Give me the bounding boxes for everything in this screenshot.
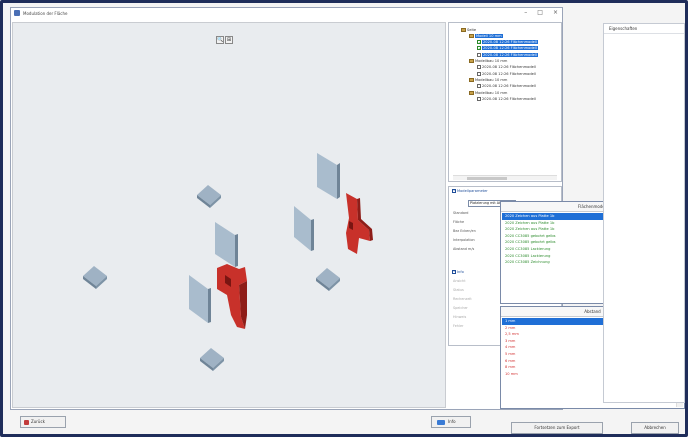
- app-icon: [14, 10, 20, 16]
- file-icon: [477, 96, 481, 101]
- info-icon: [437, 420, 445, 425]
- file-icon: [477, 65, 481, 70]
- tree-node-label: 2020-08 12:26 Flächenmodell: [482, 84, 536, 89]
- part-red-bracket: [217, 264, 247, 329]
- continue-export-button[interactable]: Fortsetzen zum Export: [511, 422, 603, 434]
- main-window: Modulation der Fläche – □ × 🔍 ⊞ Seite Mo…: [10, 7, 563, 410]
- properties-side-panel: Eigenschaften: [603, 23, 685, 403]
- 3d-scene: [83, 153, 373, 371]
- tree-node[interactable]: Modellbau 10 mm: [469, 59, 507, 64]
- property-label: Speicher: [453, 306, 468, 310]
- folder-icon: [461, 27, 466, 32]
- close-icon[interactable]: ×: [553, 9, 558, 16]
- section-model-params[interactable]: − Modellparameter: [452, 189, 488, 193]
- tree-node-label: Modellbau 10 mm: [475, 77, 508, 82]
- property-label: Rechenzeit: [453, 297, 472, 301]
- model-tree[interactable]: Seite Modell 10 mm ✓ 2020-08 12:26 Flächenm…: [448, 22, 562, 182]
- tree-node-label: Modell 10 mm: [475, 33, 503, 38]
- info-button[interactable]: Info: [431, 416, 471, 428]
- part-plate: [294, 206, 314, 251]
- window-controls: – □ ×: [524, 9, 558, 16]
- file-icon: [477, 84, 481, 89]
- tree-node-label: 2020-08 12:26 Flächenmodell: [482, 65, 536, 70]
- tree-scrollbar[interactable]: [453, 175, 557, 180]
- property-label: Interpolation: [453, 238, 475, 242]
- maximize-icon[interactable]: □: [537, 9, 543, 16]
- property-label: Ansicht: [453, 279, 466, 283]
- folder-icon: [469, 90, 474, 95]
- part-tile: [200, 348, 224, 371]
- folder-icon: [469, 77, 474, 82]
- back-icon: [24, 420, 29, 425]
- checkmark-icon: ✓: [477, 40, 482, 46]
- tree-node[interactable]: 2020-08 12:26 Flächenmodell: [477, 84, 536, 89]
- property-label: Hinweis: [453, 315, 467, 319]
- checkmark-icon: ✓: [477, 46, 482, 52]
- folder-icon: [469, 59, 474, 63]
- collapse-icon[interactable]: −: [452, 270, 456, 274]
- part-plate: [215, 222, 238, 267]
- window-title: Modulation der Fläche: [23, 10, 68, 16]
- tree-node[interactable]: ✓ 2020-08 12:26 Flächenmodell: [477, 40, 538, 45]
- cancel-button[interactable]: Abbrechen: [631, 422, 679, 434]
- tree-node[interactable]: ✓ 2020-08 12:26 Flächenmodell: [477, 46, 538, 51]
- tree-node[interactable]: Modellbau 10 mm: [469, 77, 507, 82]
- tree-node-label: 2020-08 12:26 Flächenmodell: [482, 96, 536, 101]
- part-plate: [189, 275, 211, 323]
- tree-node[interactable]: 2020-08 12:26 Flächenmodell: [477, 52, 538, 57]
- minimize-icon[interactable]: –: [524, 9, 527, 16]
- tree-node[interactable]: Seite: [461, 27, 476, 32]
- tree-node-label: 2020-08 12:26 Flächenmodell: [482, 71, 536, 76]
- part-tile: [197, 185, 221, 208]
- tree-node[interactable]: Modellbau 10 mm: [469, 90, 507, 95]
- part-plate: [317, 153, 340, 199]
- screen-frame: Modulation der Fläche – □ × 🔍 ⊞ Seite Mo…: [0, 0, 688, 437]
- back-button[interactable]: Zurück: [20, 416, 66, 428]
- file-icon: [477, 71, 481, 76]
- property-label: Bez Ecken/en: [453, 229, 476, 233]
- tree-node-label: Seite: [467, 27, 477, 32]
- tree-node[interactable]: 2020-08 12:26 Flächenmodell: [477, 71, 536, 76]
- property-label: Abstand m/s: [453, 247, 475, 251]
- bottom-bar: Zurück Info Fortsetzen zum Export Abbrec…: [3, 412, 685, 434]
- part-red-bracket: [346, 193, 373, 254]
- tree-node[interactable]: Modell 10 mm: [469, 33, 503, 38]
- section-info[interactable]: − Info: [452, 270, 464, 274]
- tree-node-label: Modellbau 10 mm: [475, 59, 508, 63]
- tree-node-label: Modellbau 10 mm: [475, 90, 508, 95]
- title-bar: Modulation der Fläche: [11, 8, 562, 18]
- property-label: Fehler: [453, 324, 464, 328]
- tree-node-label: 2020-08 12:26 Flächenmodell: [482, 40, 538, 45]
- property-label: Standard: [453, 211, 469, 215]
- file-icon: [477, 52, 481, 57]
- tree-node-label: 2020-08 12:26 Flächenmodell: [482, 46, 538, 51]
- property-label: Fläche: [453, 220, 465, 224]
- side-panel-header: Eigenschaften: [604, 24, 684, 34]
- tree-node[interactable]: 2020-08 12:26 Flächenmodell: [477, 65, 536, 70]
- folder-icon: [469, 33, 474, 38]
- part-tile: [83, 266, 107, 289]
- 3d-viewport[interactable]: 🔍 ⊞: [12, 22, 446, 408]
- collapse-icon[interactable]: −: [452, 189, 456, 193]
- property-label: Status: [453, 288, 464, 292]
- tree-node[interactable]: 2020-08 12:26 Flächenmodell: [477, 96, 536, 101]
- part-tile: [316, 268, 340, 291]
- tree-node-label: 2020-08 12:26 Flächenmodell: [482, 52, 538, 57]
